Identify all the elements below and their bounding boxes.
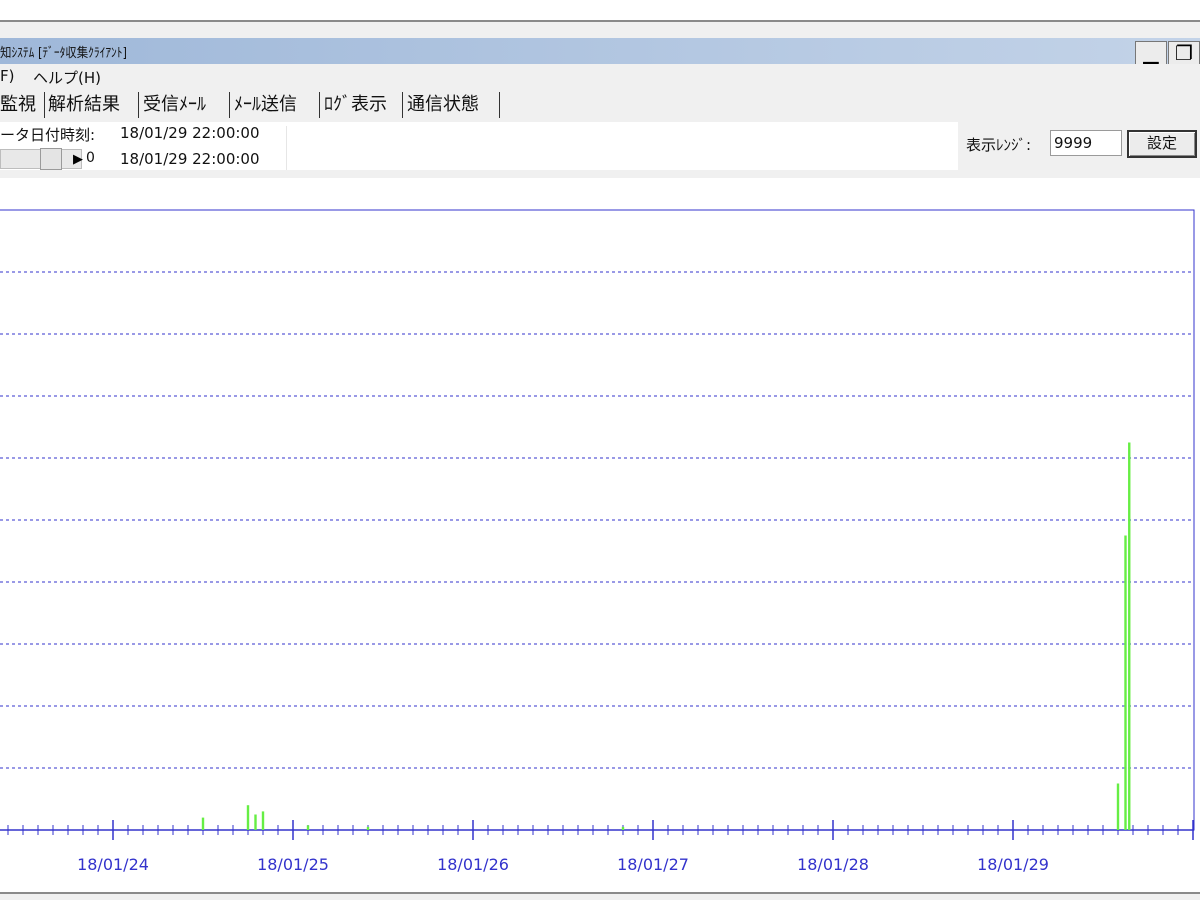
time-slider-thumb[interactable] [40,148,62,170]
data-spike [1124,535,1127,830]
slider-time-value: 18/01/29 22:00:00 [120,150,260,168]
tab-communication-status[interactable]: 通信状態 [407,92,500,118]
time-series-chart: 318/01/2418/01/2518/01/2618/01/2718/01/2… [0,209,1195,874]
data-spike [621,826,625,830]
tab-analysis-results[interactable]: 解析結果 [48,92,139,118]
data-spike [254,814,257,830]
tab-received-mail[interactable]: 受信ﾒｰﾙ [143,92,230,118]
x-tick-label: 18/01/27 [617,855,689,874]
data-spike [1128,442,1131,830]
play-arrow-icon[interactable]: ▶ [73,152,83,167]
set-button[interactable]: 設定 [1127,130,1197,158]
menu-bar: F) ヘルプ(H) [0,64,1200,88]
tab-monitor[interactable]: 監視 [0,92,45,118]
data-time-panel: ータ日付時刻: 18/01/29 22:00:00 ▶ 0 18/01/29 2… [0,122,958,170]
window-frame-gap [0,22,1200,38]
tab-log-view[interactable]: ﾛｸﾞ表示 [324,92,403,118]
x-tick-label: 18/01/25 [257,855,329,874]
x-tick-label: 18/01/26 [437,855,509,874]
data-spike [1116,783,1120,830]
window-title: 知ｼｽﾃﾑ [ﾃﾞｰﾀ収集ｸﾗｲｱﾝﾄ] [0,46,127,61]
x-tick-label: 18/01/29 [977,855,1049,874]
data-time-label: ータ日付時刻: [0,126,96,144]
x-tick-label: 18/01/24 [77,855,149,874]
restore-icon: ❐ [1175,41,1193,65]
panel-divider [286,126,287,170]
data-time-value: 18/01/29 22:00:00 [120,124,260,142]
minimize-icon: ▁ [1143,41,1159,65]
slider-value: 0 [86,150,95,166]
menu-file[interactable]: F) [0,67,14,85]
desktop-top-area [0,0,1200,20]
control-panel: ータ日付時刻: 18/01/29 22:00:00 ▶ 0 18/01/29 2… [0,122,1200,178]
chart-area: 318/01/2418/01/2518/01/2618/01/2718/01/2… [0,178,1200,892]
display-range-input[interactable] [1050,130,1122,156]
menu-help[interactable]: ヘルプ(H) [33,67,101,88]
data-spike [306,825,310,830]
tab-bar: 監視 解析結果 受信ﾒｰﾙ ﾒｰﾙ送信 ﾛｸﾞ表示 通信状態 [0,88,1200,122]
data-spike [201,817,205,830]
window-titlebar[interactable]: 知ｼｽﾃﾑ [ﾃﾞｰﾀ収集ｸﾗｲｱﾝﾄ] [0,38,1200,64]
display-range-label: 表示ﾚﾝｼﾞ: [966,136,1032,154]
data-spike [366,826,370,830]
data-spike [261,811,265,830]
data-spike [246,805,250,830]
tab-send-mail[interactable]: ﾒｰﾙ送信 [234,92,320,118]
x-tick-label: 18/01/28 [797,855,869,874]
window-bottom-border [0,892,1200,900]
